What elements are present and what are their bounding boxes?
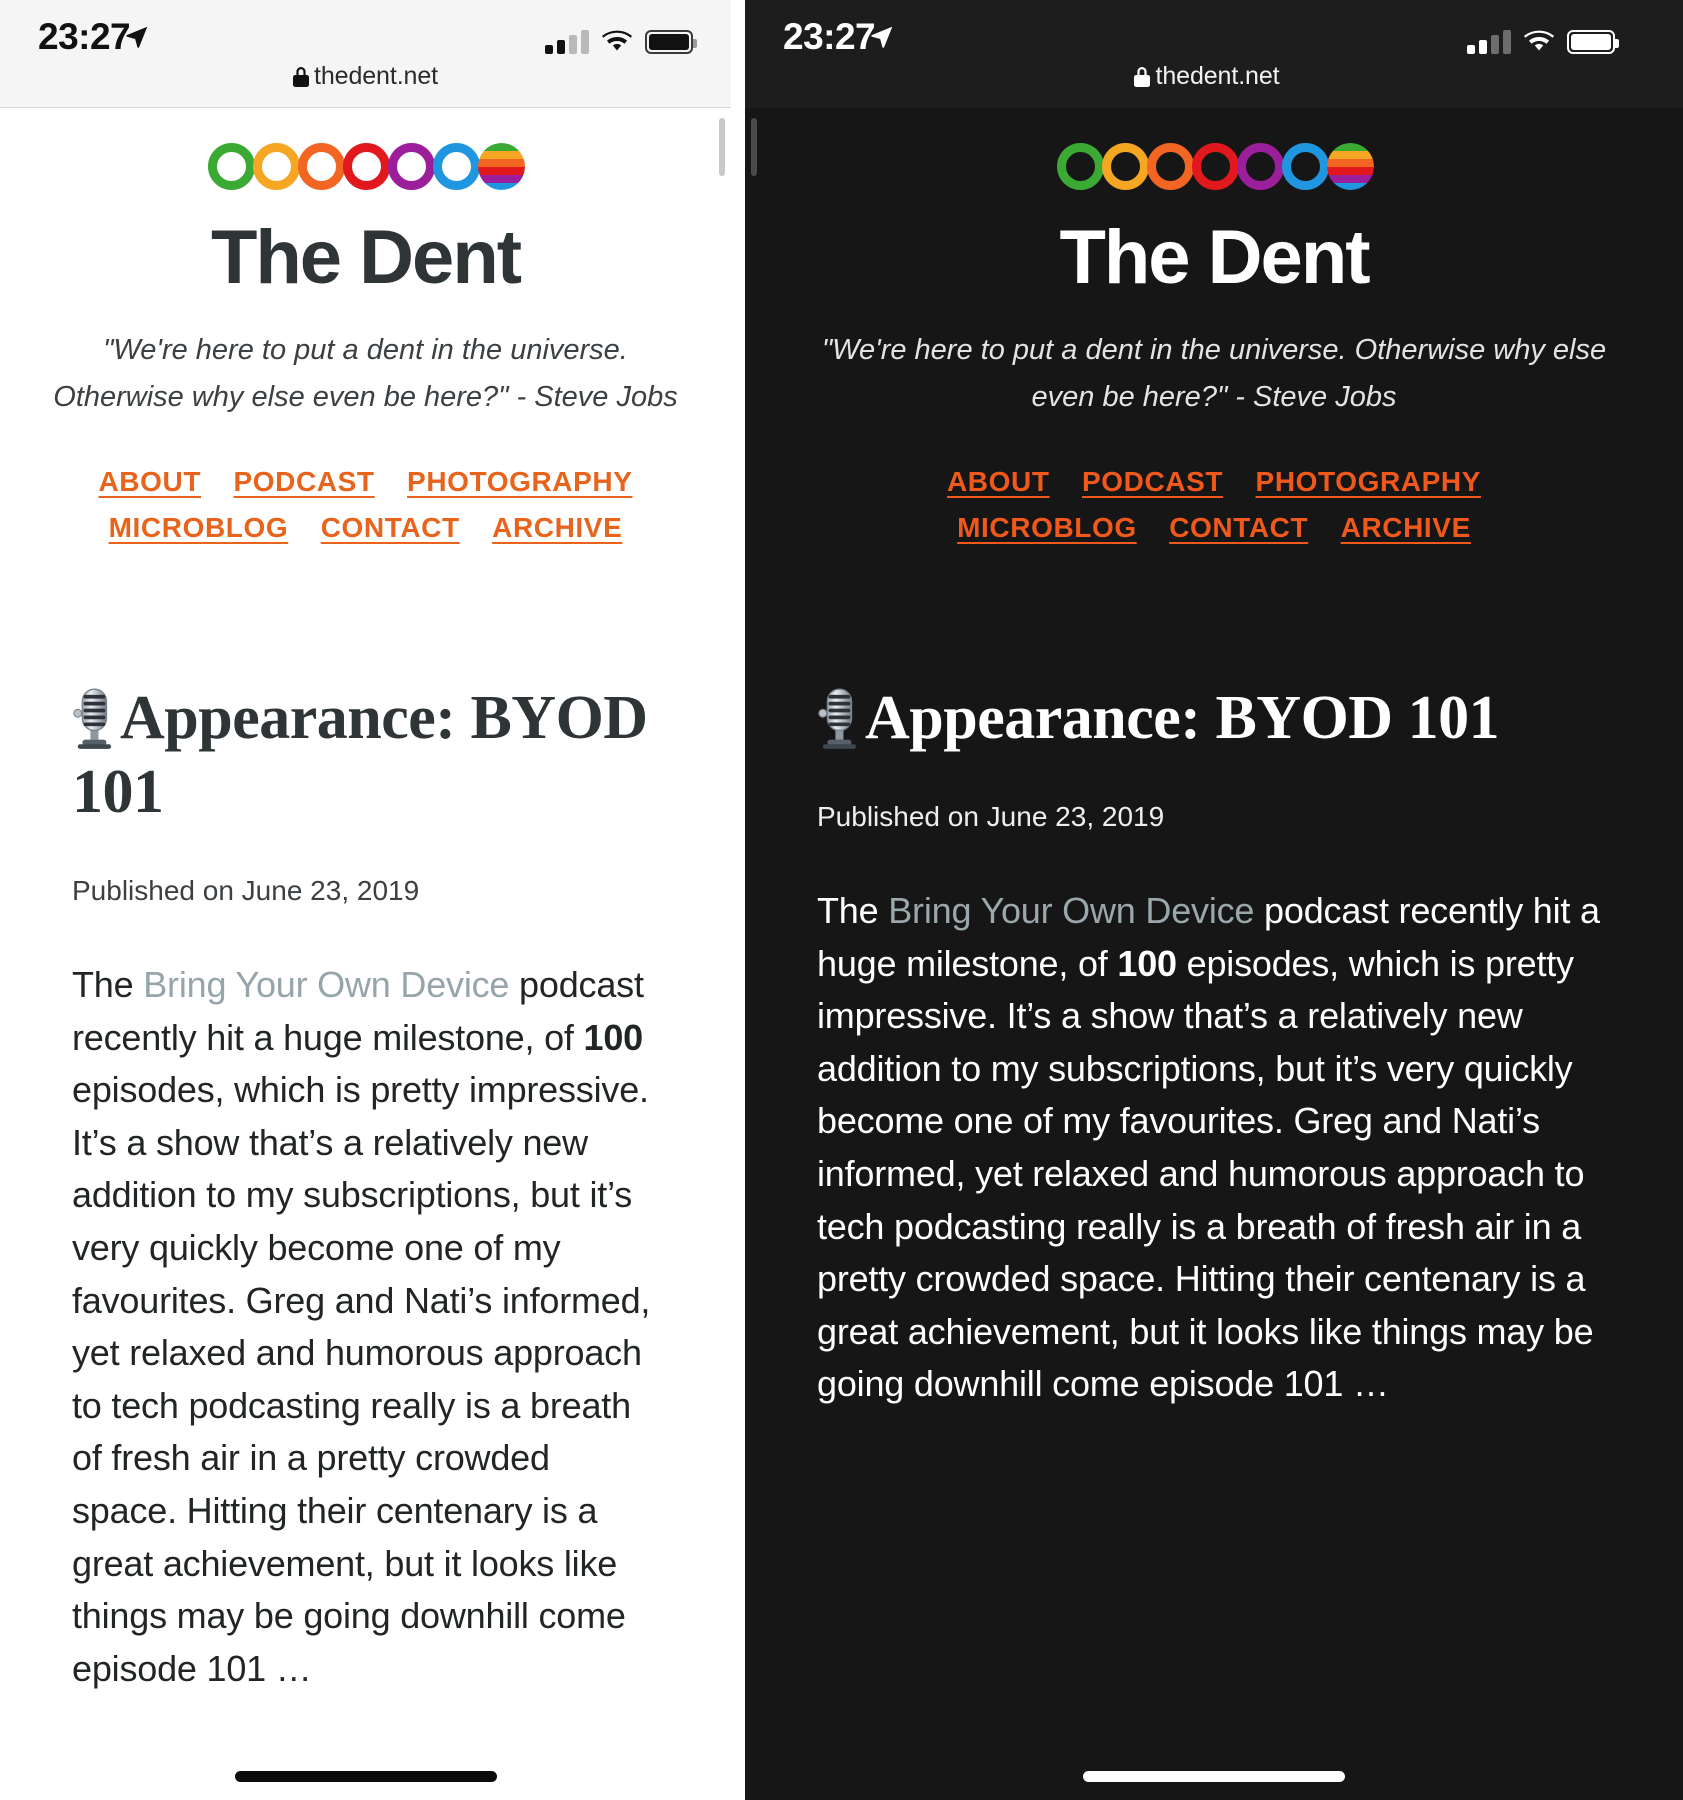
post-date: Published on June 23, 2019 — [817, 801, 1165, 832]
body-bold-100: 100 — [583, 1016, 644, 1058]
body-pre: The — [817, 890, 889, 931]
status-indicators — [1467, 24, 1619, 54]
body-pre: The — [72, 964, 144, 1005]
webpage-content-dark: The Dent "We're here to put a dent in th… — [745, 108, 1683, 1411]
nav-link-contact[interactable]: CONTACT — [321, 507, 460, 548]
location-arrow-icon — [871, 26, 893, 48]
site-logo[interactable] — [745, 130, 1683, 202]
status-indicators — [545, 24, 697, 54]
status-time: 23:27 — [783, 16, 876, 57]
logo-ring-rainbow — [478, 142, 525, 190]
site-nav: ABOUT PODCAST PHOTOGRAPHY MICROBLOG CONT… — [745, 461, 1683, 553]
nav-link-photography[interactable]: PHOTOGRAPHY — [1256, 461, 1481, 502]
post-title-text: Appearance: BYOD 101 — [865, 684, 1500, 752]
location-arrow-icon — [126, 26, 148, 48]
logo-ring-blue — [1281, 142, 1329, 190]
post-body: The Bring Your Own Device podcast recent… — [745, 885, 1683, 1411]
url-text: thedent.net — [313, 62, 438, 90]
logo-ring-blue — [433, 142, 480, 190]
status-bar: 23:27 thedent.net — [745, 0, 1683, 108]
nav-link-archive[interactable]: ARCHIVE — [492, 507, 622, 548]
logo-ring-purple — [388, 142, 435, 190]
post-title-text: Appearance: BYOD 101 — [72, 684, 648, 826]
byod-podcast-link[interactable]: Bring Your Own Device — [888, 890, 1254, 931]
post-body: The Bring Your Own Device podcast recent… — [0, 959, 731, 1695]
battery-full-icon — [1567, 30, 1619, 54]
home-indicator[interactable] — [1083, 1771, 1345, 1782]
dual-phone-comparison: 23:27 thedent.net The Dent "We're here t… — [0, 0, 1683, 1800]
site-tagline-quote: "We're here to put a dent in the univers… — [821, 334, 1607, 413]
post-title: Appearance: BYOD 101 — [0, 681, 731, 829]
logo-ring-red — [343, 142, 390, 190]
cellular-signal-icon — [1467, 30, 1511, 54]
nav-link-microblog[interactable]: MICROBLOG — [109, 507, 289, 548]
studio-microphone-icon — [73, 688, 112, 749]
article: Appearance: BYOD 101 Published on June 2… — [0, 681, 731, 1695]
site-title: The Dent — [1059, 215, 1370, 300]
logo-ring-rainbow — [1326, 142, 1374, 190]
nav-link-microblog[interactable]: MICROBLOG — [957, 507, 1137, 548]
logo-ring-green — [208, 142, 255, 190]
cellular-signal-icon — [545, 30, 589, 54]
wifi-icon — [1524, 30, 1554, 51]
logo-ring-yellow — [253, 142, 300, 190]
lock-icon — [1134, 67, 1151, 87]
nav-link-podcast[interactable]: PODCAST — [233, 461, 374, 502]
lock-icon — [292, 67, 309, 87]
logo-ring-orange — [1146, 142, 1194, 190]
wifi-icon — [602, 30, 632, 51]
studio-microphone-icon — [818, 688, 857, 749]
webpage-content-light: The Dent "We're here to put a dent in th… — [0, 108, 731, 1695]
article: Appearance: BYOD 101 Published on June 2… — [745, 681, 1683, 1411]
site-logo[interactable] — [0, 130, 731, 202]
post-title: Appearance: BYOD 101 — [745, 681, 1683, 755]
logo-ring-red — [1191, 142, 1239, 190]
nav-link-about[interactable]: ABOUT — [98, 461, 201, 502]
url-text: thedent.net — [1155, 62, 1280, 90]
site-tagline-quote: "We're here to put a dent in the univers… — [53, 334, 678, 413]
nav-link-about[interactable]: ABOUT — [947, 461, 1050, 502]
nav-link-podcast[interactable]: PODCAST — [1082, 461, 1223, 502]
body-bold-100: 100 — [1117, 942, 1177, 984]
logo-ring-green — [1056, 142, 1104, 190]
status-time: 23:27 — [38, 16, 131, 57]
nav-link-archive[interactable]: ARCHIVE — [1341, 507, 1471, 548]
body-rest: episodes, which is pretty impressive. It… — [72, 1069, 651, 1689]
logo-ring-yellow — [1101, 142, 1149, 190]
logo-ring-orange — [298, 142, 345, 190]
phone-screenshot-dark: 23:27 thedent.net The Dent "We're here t… — [745, 0, 1683, 1800]
body-rest: episodes, which is pretty impressive. It… — [817, 942, 1594, 1405]
site-title: The Dent — [210, 215, 522, 300]
site-nav: ABOUT PODCAST PHOTOGRAPHY MICROBLOG CONT… — [0, 461, 731, 553]
phone-screenshot-light: 23:27 thedent.net The Dent "We're here t… — [0, 0, 731, 1800]
nav-link-photography[interactable]: PHOTOGRAPHY — [407, 461, 632, 502]
url-bar[interactable]: thedent.net — [745, 62, 1683, 91]
nav-link-contact[interactable]: CONTACT — [1169, 507, 1308, 548]
home-indicator[interactable] — [234, 1771, 497, 1782]
byod-podcast-link[interactable]: Bring Your Own Device — [143, 964, 509, 1005]
battery-full-icon — [645, 30, 697, 54]
url-bar[interactable]: thedent.net — [0, 62, 731, 91]
status-bar: 23:27 thedent.net — [0, 0, 731, 108]
logo-ring-purple — [1236, 142, 1284, 190]
panel-divider — [731, 0, 745, 1800]
post-date: Published on June 23, 2019 — [72, 875, 420, 906]
